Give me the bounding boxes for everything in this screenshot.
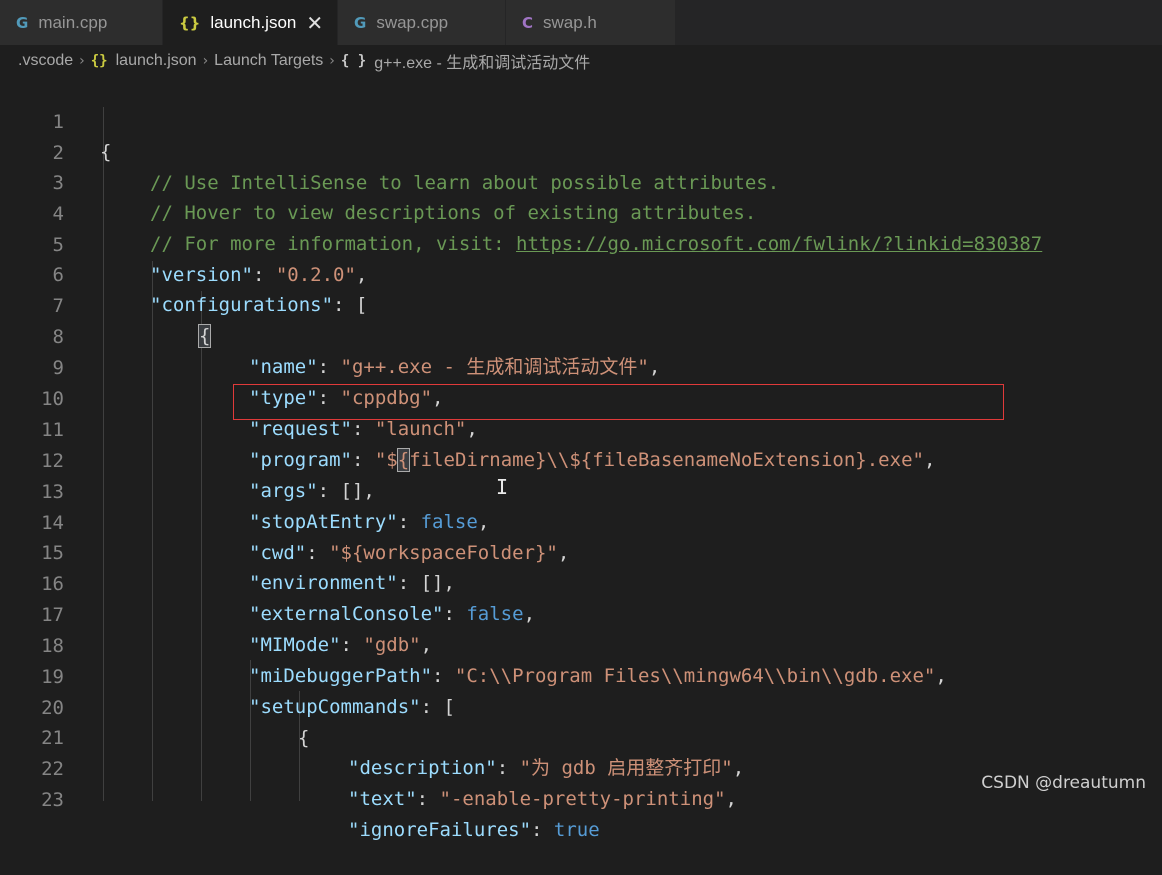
code-line: 7 {: [0, 261, 1162, 348]
tab-label: main.cpp: [38, 12, 108, 32]
code-line: 16 "externalConsole": false,: [0, 539, 1162, 625]
chevron-right-icon: ›: [329, 53, 335, 69]
code-line: 18 "miDebuggerPath": "C:\\Program Files\…: [0, 601, 1162, 687]
json-file-icon: {}: [90, 53, 108, 69]
code-editor[interactable]: 1 { 2 // Use IntelliSense to learn about…: [0, 77, 1162, 841]
tab-main-cpp[interactable]: G main.cpp: [0, 0, 163, 45]
chevron-right-icon: ›: [202, 53, 209, 69]
code-line: 4 // For more information, visit: https:…: [0, 169, 1162, 255]
text-cursor-icon: I: [496, 475, 509, 499]
code-line: 9 "type": "cppdbg",: [0, 323, 1162, 409]
tab-launch-json[interactable]: {} launch.json ✕: [163, 0, 338, 45]
code-line: 6 "configurations": [: [0, 230, 1162, 316]
watermark: CSDN @dreautumn: [981, 773, 1146, 793]
tab-swap-h[interactable]: C swap.h: [506, 0, 676, 45]
c-header-icon: C: [522, 13, 534, 32]
json-string: "-enable-pretty-printing": [439, 788, 726, 810]
code-line: 21 "description": "为 gdb 启用整齐打印",: [0, 693, 1162, 779]
line-number: 23: [41, 789, 64, 811]
code-text: "text": "-enable-pretty-printing",: [348, 784, 737, 814]
breadcrumb-item[interactable]: g++.exe - 生成和调试活动文件: [374, 49, 590, 73]
highlight-box: [233, 384, 1004, 420]
code-line: 19 "setupCommands": [: [0, 632, 1162, 718]
code-line: 20 {: [0, 663, 1162, 749]
json-file-icon: {}: [179, 13, 201, 32]
cpp-file-icon: G: [16, 13, 29, 32]
code-line: 13 "stopAtEntry": false,: [0, 447, 1162, 533]
tab-swap-cpp[interactable]: G swap.cpp: [338, 0, 506, 45]
code-line: 2 // Use IntelliSense to learn about pos…: [0, 108, 1162, 194]
editor-tab-bar: G main.cpp {} launch.json ✕ G swap.cpp C…: [0, 0, 1162, 45]
code-line: 3 // Hover to view descriptions of exist…: [0, 138, 1162, 224]
breadcrumb-folder[interactable]: .vscode: [18, 52, 73, 70]
chevron-right-icon: ›: [79, 53, 85, 69]
code-line: 1 {: [0, 77, 1162, 163]
comma: ,: [725, 788, 737, 810]
code-line: 17 "MIMode": "gdb",: [0, 570, 1162, 656]
breadcrumb-section[interactable]: Launch Targets: [214, 52, 323, 70]
code-line: 22 "text": "-enable-pretty-printing",: [0, 724, 1162, 810]
close-icon[interactable]: ✕: [306, 11, 323, 35]
breadcrumb-file[interactable]: launch.json: [116, 52, 197, 70]
tab-label: swap.cpp: [376, 12, 449, 32]
colon: :: [531, 819, 554, 841]
code-line: 12 "args": [],: [0, 416, 1162, 502]
code-line: 8 "name": "g++.exe - 生成和调试活动文件",: [0, 292, 1162, 378]
breadcrumb: .vscode › {} launch.json › Launch Target…: [0, 45, 1162, 77]
cpp-file-icon: G: [354, 13, 367, 32]
code-line: 10 "request": "launch",: [0, 354, 1162, 440]
object-icon: { }: [340, 53, 367, 69]
code-text: "ignoreFailures": true: [348, 815, 600, 845]
json-boolean: true: [553, 819, 600, 841]
json-key: "text": [348, 788, 417, 810]
code-line: 5 "version": "0.2.0",: [0, 200, 1162, 286]
json-key: "ignoreFailures": [348, 819, 532, 841]
tab-label: swap.h: [543, 12, 597, 32]
colon: :: [416, 788, 440, 810]
tab-label: launch.json: [210, 12, 297, 32]
code-line: 15 "environment": [],: [0, 508, 1162, 594]
code-line: 14 "cwd": "${workspaceFolder}",: [0, 478, 1162, 564]
